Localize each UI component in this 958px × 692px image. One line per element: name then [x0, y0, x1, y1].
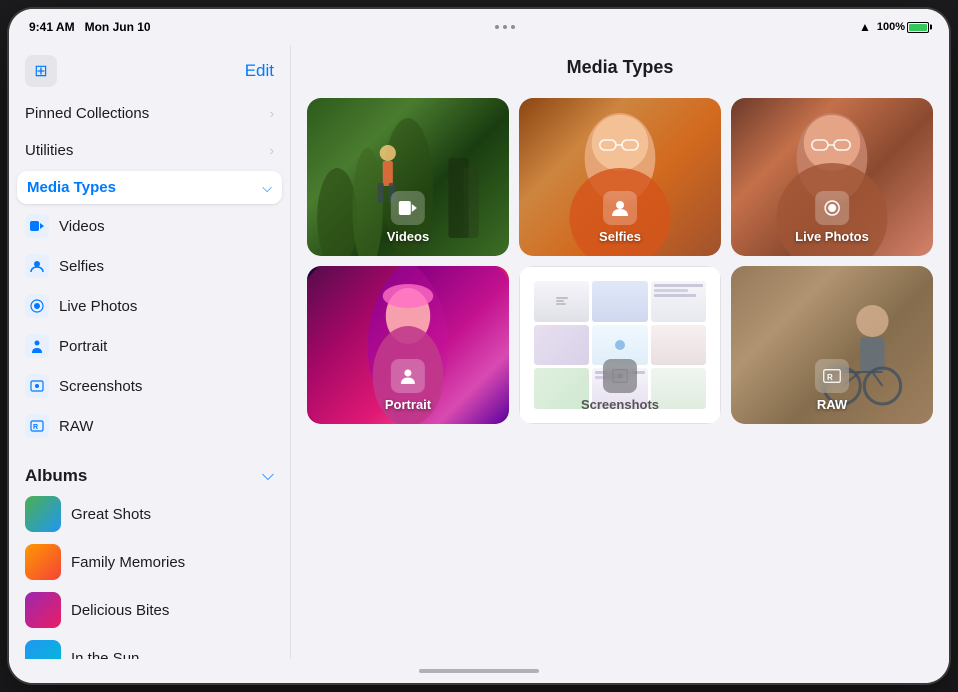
- chevron-right-icon: ›: [270, 106, 274, 121]
- sidebar-item-pinned-collections[interactable]: Pinned Collections ›: [9, 95, 290, 132]
- right-content: Media Types: [291, 45, 949, 659]
- albums-header: Albums ⌵: [9, 454, 290, 490]
- sidebar-toggle-button[interactable]: ⊞: [25, 55, 57, 87]
- chevron-down-icon: ⌵: [262, 180, 272, 196]
- portrait-cell-icon: [391, 359, 425, 393]
- raw-cell-icon: R: [815, 359, 849, 393]
- ipad-frame: 9:41 AM Mon Jun 10 ▲ 100% ⊞: [9, 9, 949, 683]
- svg-text:R: R: [827, 373, 833, 382]
- screenshots-cell-icon: [603, 359, 637, 393]
- sidebar-item-media-types[interactable]: Media Types ⌵: [17, 171, 282, 204]
- status-time: 9:41 AM Mon Jun 10: [29, 20, 151, 34]
- albums-chevron-down-icon: ⌵: [262, 467, 274, 485]
- sidebar-item-raw[interactable]: R RAW: [9, 406, 290, 446]
- grid-cell-screenshots[interactable]: Screenshots: [519, 266, 721, 424]
- selfies-cell-icon: [603, 191, 637, 225]
- home-indicator-bar: [419, 669, 539, 673]
- page-title: Media Types: [567, 57, 674, 77]
- grid-cell-videos[interactable]: Videos: [307, 98, 509, 256]
- live-photos-icon: [25, 294, 49, 318]
- grid-cell-raw[interactable]: R RAW: [731, 266, 933, 424]
- grid-cell-selfies[interactable]: Selfies: [519, 98, 721, 256]
- album-thumb-family-memories: [25, 544, 61, 580]
- album-item-delicious-bites[interactable]: Delicious Bites: [9, 586, 290, 634]
- svg-text:R: R: [33, 424, 38, 431]
- sidebar-item-utilities[interactable]: Utilities ›: [9, 132, 290, 169]
- grid-cell-live-photos[interactable]: Live Photos: [731, 98, 933, 256]
- grid-cell-portrait[interactable]: Portrait: [307, 266, 509, 424]
- wifi-icon: ▲: [859, 20, 871, 34]
- edit-button[interactable]: Edit: [245, 61, 274, 81]
- screenshots-icon: [25, 374, 49, 398]
- sidebar-toggle-icon: ⊞: [34, 61, 47, 81]
- album-item-in-the-sun[interactable]: In the Sun: [9, 634, 290, 659]
- portrait-label: Portrait: [385, 359, 431, 412]
- sidebar-item-selfies[interactable]: Selfies: [9, 246, 290, 286]
- sidebar-item-live-photos[interactable]: Live Photos: [9, 286, 290, 326]
- selfies-icon: [25, 254, 49, 278]
- portrait-icon: [25, 334, 49, 358]
- media-type-grid: Videos: [291, 88, 949, 659]
- sidebar-item-videos[interactable]: Videos: [9, 206, 290, 246]
- page-header: Media Types: [291, 45, 949, 88]
- live-photos-label: Live Photos: [795, 191, 869, 244]
- status-right: ▲ 100%: [859, 20, 929, 34]
- battery: 100%: [877, 21, 929, 33]
- album-thumb-great-shots: [25, 496, 61, 532]
- videos-label: Videos: [387, 191, 429, 244]
- status-dots: [495, 25, 515, 29]
- videos-cell-icon: [391, 191, 425, 225]
- raw-label: R RAW: [815, 359, 849, 412]
- grid-row-2: Portrait: [307, 266, 933, 424]
- album-thumb-in-the-sun: [25, 640, 61, 659]
- status-bar: 9:41 AM Mon Jun 10 ▲ 100%: [9, 9, 949, 45]
- home-indicator: [9, 659, 949, 683]
- grid-row-1: Videos: [307, 98, 933, 256]
- selfies-label: Selfies: [599, 191, 641, 244]
- main-content: ⊞ Edit Pinned Collections › Utilities ›: [9, 45, 949, 659]
- album-thumb-delicious-bites: [25, 592, 61, 628]
- albums-list: Great Shots Family Memories Delicious Bi…: [9, 490, 290, 659]
- screenshots-label: Screenshots: [581, 359, 659, 412]
- album-item-family-memories[interactable]: Family Memories: [9, 538, 290, 586]
- battery-icon: [907, 22, 929, 33]
- media-items-list: Videos Selfies: [9, 206, 290, 446]
- raw-icon: R: [25, 414, 49, 438]
- sidebar-item-screenshots[interactable]: Screenshots: [9, 366, 290, 406]
- sidebar: ⊞ Edit Pinned Collections › Utilities ›: [9, 45, 291, 659]
- chevron-right-icon: ›: [270, 143, 274, 158]
- sidebar-item-portrait[interactable]: Portrait: [9, 326, 290, 366]
- album-item-great-shots[interactable]: Great Shots: [9, 490, 290, 538]
- live-photos-cell-icon: [815, 191, 849, 225]
- sidebar-header: ⊞ Edit: [9, 45, 290, 95]
- videos-icon: [25, 214, 49, 238]
